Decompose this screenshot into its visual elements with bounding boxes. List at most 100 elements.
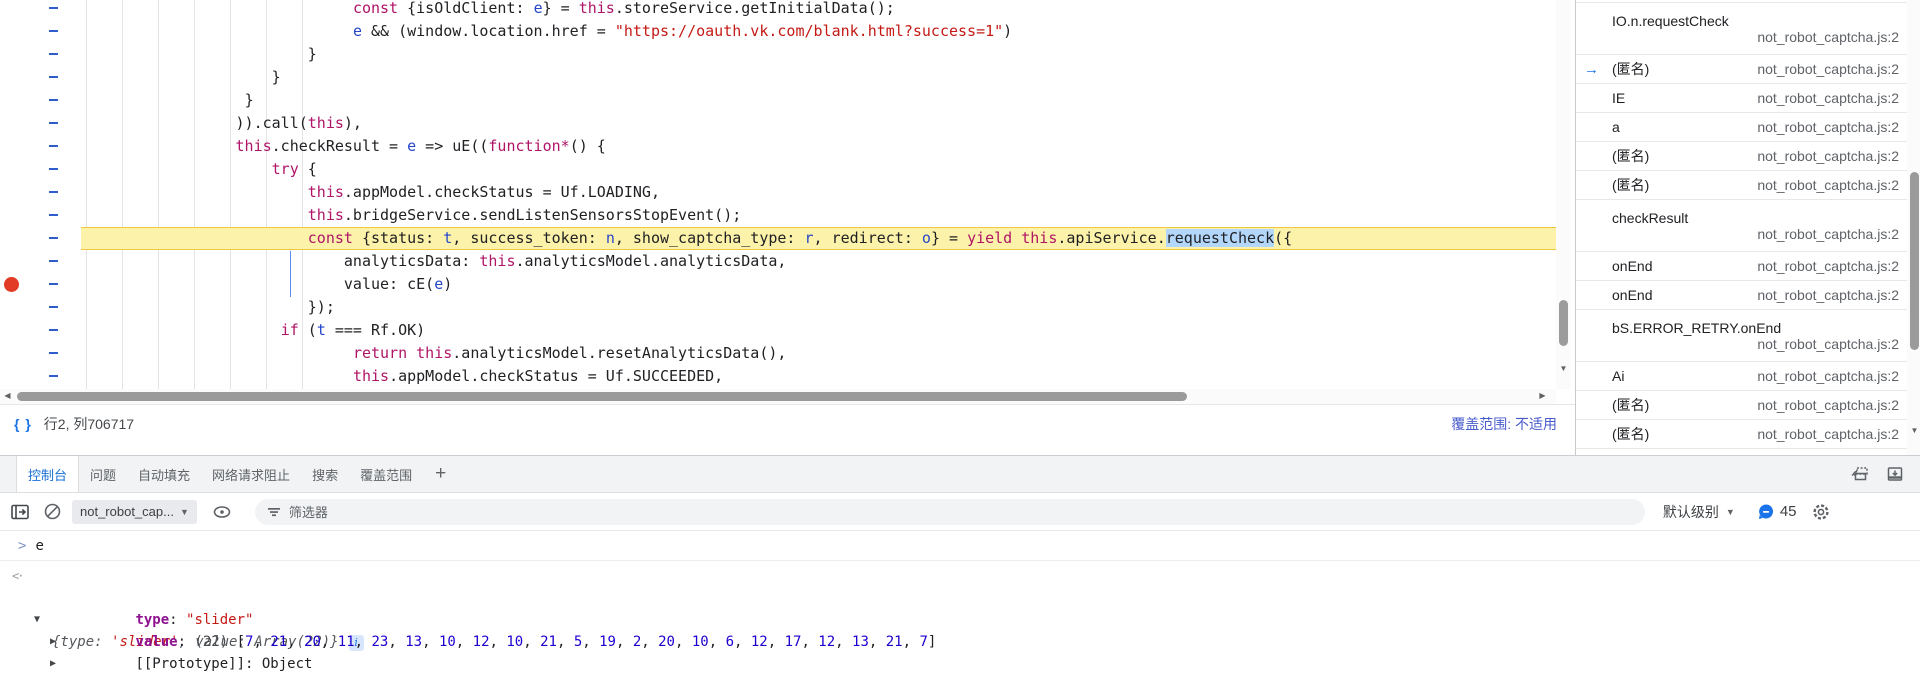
scroll-down-arrow-icon[interactable]: ▼: [1907, 424, 1920, 438]
editor-horizontal-scrollbar[interactable]: ◀ ▶: [0, 389, 1556, 404]
console-filter-input[interactable]: 筛选器: [254, 498, 1645, 525]
log-level-selector[interactable]: 默认级别 ▼: [1663, 502, 1735, 522]
scroll-right-arrow-icon[interactable]: ▶: [1535, 389, 1550, 403]
object-preview-row[interactable]: <· ▼ {type: 'slider', value: Array(22)} i: [0, 565, 1920, 651]
code-line[interactable]: this.appModel.checkStatus = Uf.SUCCEEDED…: [0, 365, 1556, 388]
code-token: , show_captcha_type:: [614, 229, 805, 247]
object-property-row[interactable]: ▶ [[Prototype]]: Object: [0, 631, 1920, 672]
scrollbar-thumb[interactable]: [1559, 300, 1568, 346]
line-gutter-mark[interactable]: [49, 260, 58, 262]
drawer-tab-控制台[interactable]: 控制台: [16, 456, 80, 492]
drawer-tab-网络请求阻止[interactable]: 网络请求阻止: [201, 456, 301, 492]
line-gutter-mark[interactable]: [49, 329, 58, 331]
call-stack-scrollbar[interactable]: ▼: [1907, 0, 1920, 455]
code-line[interactable]: e && (window.location.href = "https://oa…: [0, 20, 1556, 43]
editor-vertical-scrollbar[interactable]: ▼: [1556, 0, 1571, 389]
line-gutter-mark[interactable]: [49, 237, 58, 239]
drawer-tab-自动填充[interactable]: 自动填充: [127, 456, 201, 492]
code-line[interactable]: }: [0, 43, 1556, 66]
code-token: this: [352, 367, 390, 385]
console-sidebar-icon[interactable]: [10, 503, 30, 521]
code-line[interactable]: return this.analyticsModel.resetAnalytic…: [0, 342, 1556, 365]
call-stack-frame[interactable]: → (匿名) not_robot_captcha.js:2: [1576, 55, 1920, 84]
frame-function-name: IO.n.requestCheck: [1612, 12, 1729, 29]
line-gutter-mark[interactable]: [49, 145, 58, 147]
call-stack-frame[interactable]: (匿名) not_robot_captcha.js:2: [1576, 391, 1920, 420]
call-stack-frame[interactable]: onEnd not_robot_captcha.js:2: [1576, 252, 1920, 281]
call-stack-frame[interactable]: (匿名) not_robot_captcha.js:2: [1576, 171, 1920, 200]
line-gutter-mark[interactable]: [49, 375, 58, 377]
line-gutter-mark[interactable]: [49, 306, 58, 308]
code-token: )).call(: [235, 114, 308, 132]
code-token: } =: [930, 229, 968, 247]
scroll-left-arrow-icon[interactable]: ◀: [0, 389, 15, 403]
code-line[interactable]: value: cE(e): [0, 273, 1556, 296]
line-gutter-mark[interactable]: [49, 214, 58, 216]
line-gutter-mark[interactable]: [49, 76, 58, 78]
code-token: this: [307, 206, 344, 224]
code-line[interactable]: const {isOldClient: e} = this.storeServi…: [0, 0, 1556, 20]
call-stack-frame[interactable]: (匿名) not_robot_captcha.js:2: [1576, 142, 1920, 171]
code-line[interactable]: )).call(this),: [0, 112, 1556, 135]
code-line[interactable]: });: [0, 296, 1556, 319]
call-stack-frame[interactable]: a not_robot_captcha.js:2: [1576, 113, 1920, 142]
collapse-drawer-icon[interactable]: [1886, 465, 1904, 483]
scrollbar-thumb[interactable]: [1910, 172, 1919, 350]
code-line[interactable]: if (t === Rf.OK): [0, 319, 1556, 342]
drawer-tab-问题[interactable]: 问题: [79, 456, 127, 492]
code-line[interactable]: this.checkResult = e => uE((function*() …: [0, 135, 1556, 158]
line-gutter-mark[interactable]: [49, 7, 58, 9]
clear-console-icon[interactable]: [43, 502, 62, 521]
code-token: const: [352, 0, 399, 17]
restore-drawer-icon[interactable]: [1850, 465, 1870, 483]
object-property-row[interactable]: ▶ value: (22) [7, 21, 20, 11, 23, 13, 10,…: [0, 609, 1920, 650]
line-gutter-mark[interactable]: [49, 168, 58, 170]
console-history-entry[interactable]: > e: [0, 531, 1920, 561]
drawer-tab-bar: 控制台 问题 自动填充 网络请求阻止 搜索 覆盖范围 +: [0, 456, 1920, 493]
call-stack-frame[interactable]: checkResult not_robot_captcha.js:2: [1576, 200, 1920, 252]
scrollbar-thumb[interactable]: [17, 392, 1187, 401]
line-gutter-mark[interactable]: [49, 283, 58, 285]
more-tools-button[interactable]: +: [423, 456, 458, 492]
code-line[interactable]: this.appModel.checkStatus = Uf.LOADING,: [0, 181, 1556, 204]
code-token: .analyticsModel.resetAnalyticsData(),: [452, 344, 787, 362]
line-gutter-mark[interactable]: [49, 352, 58, 354]
gear-icon[interactable]: [1811, 502, 1831, 522]
line-gutter-mark[interactable]: [49, 191, 58, 193]
javascript-context-selector[interactable]: not_robot_cap... ▼: [72, 499, 197, 524]
frame-file-location: not_robot_captcha.js:2: [1757, 148, 1899, 164]
console-message-count[interactable]: 45: [1757, 503, 1797, 521]
current-frame-arrow-icon: →: [1584, 60, 1599, 78]
call-stack-frame[interactable]: onEnd not_robot_captcha.js:2: [1576, 281, 1920, 310]
call-stack-frame[interactable]: IE not_robot_captcha.js:2: [1576, 84, 1920, 113]
line-gutter-mark[interactable]: [49, 30, 58, 32]
live-expression-eye-icon[interactable]: [211, 504, 233, 520]
line-gutter-mark[interactable]: [49, 99, 58, 101]
pretty-print-icon[interactable]: { }: [14, 416, 32, 432]
code-token: this: [307, 114, 344, 132]
drawer-tab-搜索[interactable]: 搜索: [301, 456, 349, 492]
breakpoint-dot[interactable]: [4, 277, 19, 292]
drawer-tab-覆盖范围[interactable]: 覆盖范围: [349, 456, 423, 492]
code-line[interactable]: const {status: t, success_token: n, show…: [0, 227, 1556, 250]
code-area[interactable]: const {isOldClient: e} = this.storeServi…: [0, 0, 1556, 389]
line-gutter-mark[interactable]: [49, 53, 58, 55]
line-gutter-mark[interactable]: [49, 122, 58, 124]
scroll-down-arrow-icon[interactable]: ▼: [1556, 362, 1571, 376]
code-line[interactable]: try {: [0, 158, 1556, 181]
call-stack-frame[interactable]: Ai not_robot_captcha.js:2: [1576, 362, 1920, 391]
code-token: (: [298, 321, 317, 339]
object-property-row[interactable]: type: "slider": [0, 587, 1920, 628]
call-stack-frame[interactable]: IO.n.requestCheck not_robot_captcha.js:2: [1576, 3, 1920, 55]
code-line[interactable]: this.bridgeService.sendListenSensorsStop…: [0, 204, 1556, 227]
code-token: .checkResult =: [271, 137, 408, 155]
code-line[interactable]: analyticsData: this.analyticsModel.analy…: [0, 250, 1556, 273]
call-stack-frame[interactable]: (匿名) not_robot_captcha.js:2: [1576, 420, 1920, 449]
coverage-status-link[interactable]: 覆盖范围: 不适用: [1451, 414, 1557, 434]
frame-function-name: a: [1612, 119, 1620, 135]
expand-caret-icon[interactable]: ▶: [50, 653, 56, 675]
call-stack-frame[interactable]: bS.ERROR_RETRY.onEnd not_robot_captcha.js…: [1576, 310, 1920, 362]
frame-file-location: not_robot_captcha.js:2: [1757, 119, 1899, 135]
code-line[interactable]: }: [0, 66, 1556, 89]
code-line[interactable]: }: [0, 89, 1556, 112]
